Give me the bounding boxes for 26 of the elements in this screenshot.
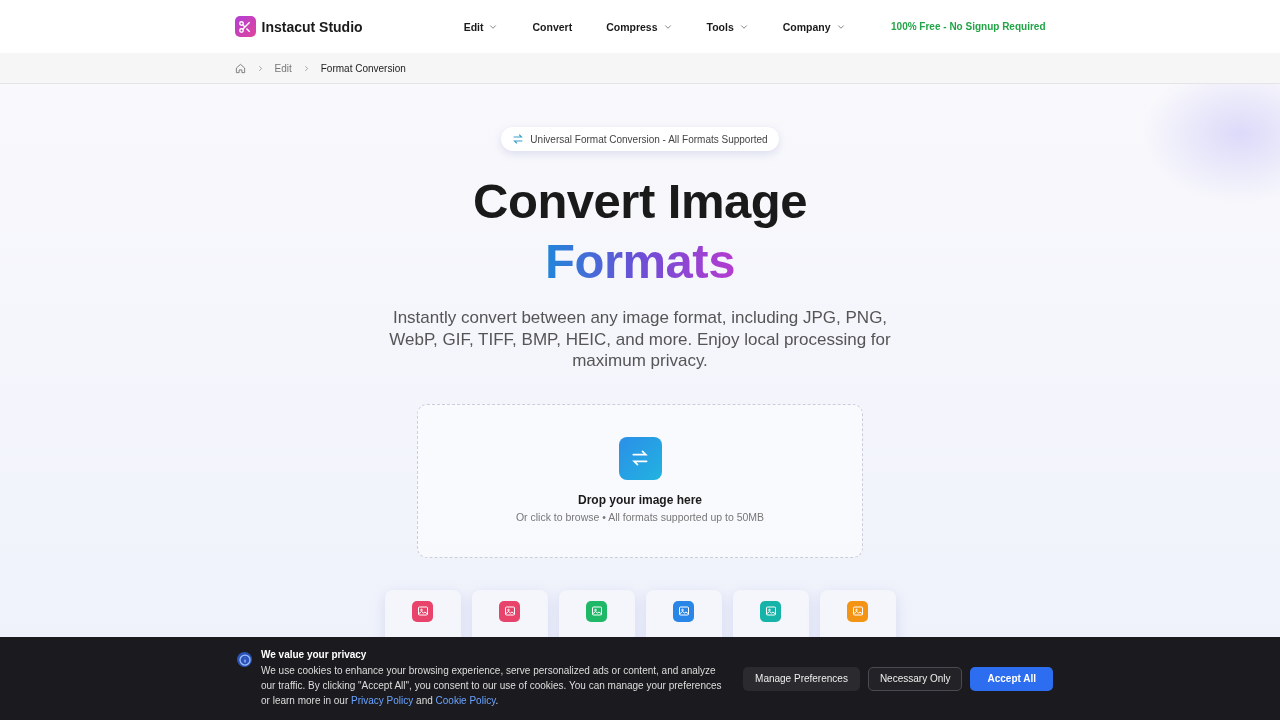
nav-link[interactable]: Convert [532, 20, 573, 33]
scissors-logo-icon [234, 16, 256, 37]
page-title: Convert Image [473, 173, 807, 230]
nav-link[interactable]: Tools [706, 20, 749, 33]
nav-link[interactable]: Edit [463, 20, 499, 33]
page-description: Instantly convert between any image format, including JPG, PNG, WebP, GIF, TIFF, BMP, HEIC, and more. Enjoy local processing for maximum privacy. [388, 307, 892, 372]
breadcrumb-current[interactable]: Format Conversion [320, 62, 406, 74]
drop-hint: Or click to browse • All formats supported up to 50MB [515, 510, 765, 523]
swap-icon [512, 133, 525, 145]
policy-link[interactable]: Privacy Policy [351, 695, 414, 706]
cookie-button[interactable]: Necessary Only [867, 666, 963, 691]
info-icon [237, 652, 252, 667]
cookie-button[interactable]: Manage Preferences [743, 666, 860, 691]
breadcrumb-link[interactable]: Edit [274, 62, 292, 74]
cookie-text: We use cookies to enhance your browsing experience, serve personalized ads or content, and analyze our traffic. By clicking "Accept All", you consent to our use of cookies. You can manage your preferences or learn more in our Privacy Policy and Cookie Policy. [261, 664, 723, 708]
brand-link[interactable]: Instacut Studio [234, 16, 363, 37]
home-icon[interactable] [234, 62, 246, 74]
drop-title: Drop your image here [578, 492, 702, 507]
nav-link[interactable]: Compress [606, 20, 673, 33]
badge-text: Universal Format Conversion - All Formats Supported [530, 133, 768, 145]
cookie-title: We value your privacy [261, 649, 368, 660]
cookie-button[interactable]: Accept All [970, 666, 1053, 691]
drop-zone[interactable]: Drop your image here Or click to browse • All formats supported up to 50MB [417, 403, 863, 558]
nav-link[interactable]: Company [782, 20, 846, 33]
free-tagline: 100% Free - No Signup Required [891, 21, 1046, 32]
swap-icon [618, 436, 662, 480]
